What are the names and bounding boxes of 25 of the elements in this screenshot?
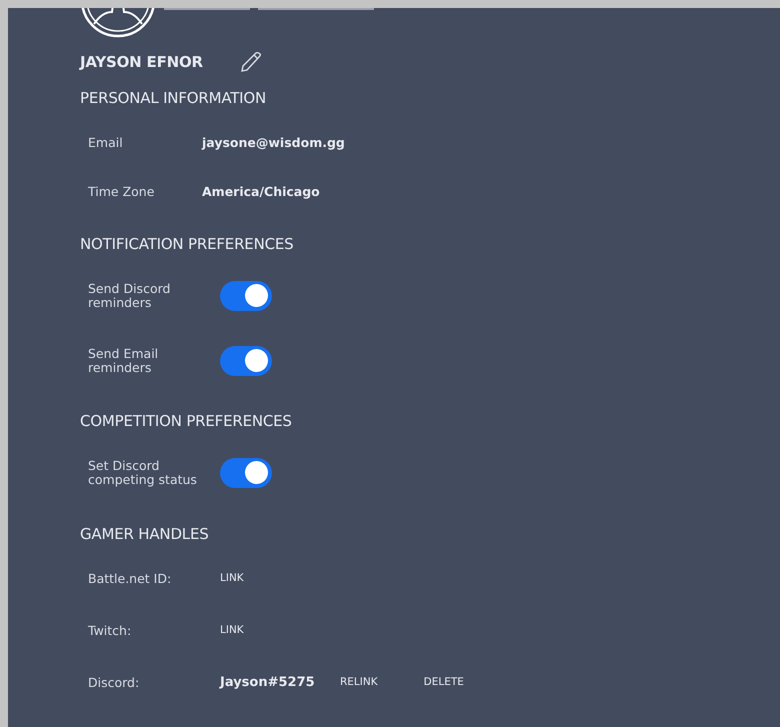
avatar-icon [80,8,156,38]
toggle-label: Send Email reminders [88,346,160,374]
field-label: Time Zone [88,184,156,199]
link-button[interactable]: LINK [203,568,261,588]
handle-value: Jayson#5275 [220,674,316,690]
toggle-switch[interactable] [220,458,272,488]
field-label: Email [88,135,124,150]
section-heading: NOTIFICATION PREFERENCES [80,234,294,255]
toggle-label: Send Discord reminders [88,282,172,310]
section-heading: GAMER HANDLES [80,524,210,545]
link-button[interactable]: LINK [203,620,261,640]
link-button[interactable]: DELETE [406,672,481,692]
section-heading: PERSONAL INFORMATION [80,88,268,109]
field-value: America/Chicago [202,184,320,199]
toggle-label: Set Discord competing status [88,458,198,486]
handle-label: Discord: [88,674,140,690]
toggle-switch[interactable] [220,280,272,310]
edit-icon[interactable] [238,50,263,74]
field-value: jaysone@wisdom.gg [202,135,345,150]
handle-label: Battle.net ID: [88,570,172,586]
section-heading: COMPETITION PREFERENCES [80,411,293,432]
profile-name: JAYSON EFNOR [80,53,203,71]
handle-label: Twitch: [88,622,132,638]
toggle-switch[interactable] [220,346,272,376]
link-button[interactable]: RELINK [323,672,395,692]
